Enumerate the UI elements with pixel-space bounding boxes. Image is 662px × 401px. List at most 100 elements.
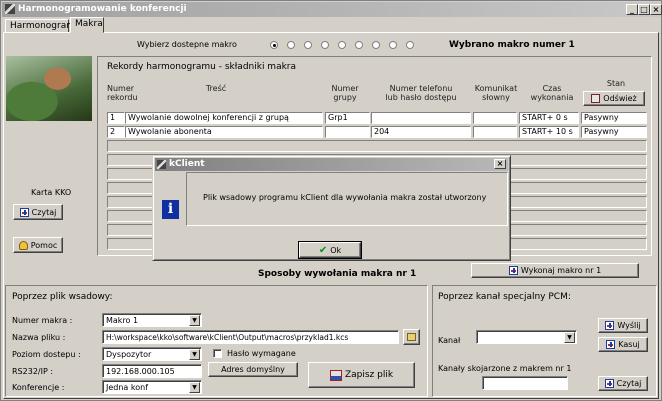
card-read-button[interactable]: Czytaj [13,204,63,220]
access-level-value: Dyspozytor [106,350,152,359]
app-icon [5,4,15,14]
folder-icon [407,333,416,341]
row1-tresc[interactable]: Wywolanie dowolnej konferencji z grupą [125,112,323,124]
tab-makra-label: Makra [75,19,103,29]
execute-macro-button[interactable]: Wykonaj makro nr 1 [471,263,639,278]
chevron-down-icon[interactable]: ▼ [189,382,200,393]
password-required-checkbox[interactable] [213,349,222,358]
save-file-label: Zapisz plik [344,370,394,380]
save-file-button[interactable]: Zapisz plik [308,362,415,388]
tab-harmonogram[interactable]: Harmonogram [5,19,75,33]
read-icon [19,207,29,217]
chevron-down-icon[interactable]: ▼ [189,349,200,360]
close-button[interactable]: × [650,4,662,15]
tab-harmonogram-label: Harmonogram [10,21,76,31]
default-address-label: Adres domyślny [221,365,285,374]
card-label: Karta KKO [31,188,72,197]
col-header-czas: Czas wykonania [530,84,574,102]
title-bar: Harmonogramowanie konferencji _ □ × [2,2,662,17]
execute-macro-label: Wykonaj makro nr 1 [520,266,602,275]
help-icon [18,240,28,250]
info-icon: i [162,200,179,219]
send-button[interactable]: Wyślij [598,318,648,333]
invocation-title: Sposoby wywołania makra nr 1 [258,269,417,279]
chevron-down-icon[interactable]: ▼ [189,315,200,326]
send-icon [605,321,615,330]
macro-radio-6[interactable] [355,41,363,49]
maximize-button[interactable]: □ [638,4,650,15]
macro-radio-7[interactable] [372,41,380,49]
macro-radio-5[interactable] [338,41,346,49]
records-title: Rekordy harmonogramu - składniki makra [107,62,297,72]
pcm-read-label: Czytaj [616,379,642,388]
macro-radio-3[interactable] [304,41,312,49]
col-header-telefon: Numer telefonu lub hasło dostępu [385,84,457,102]
channel-select[interactable]: ▼ [476,330,577,344]
dialog-title: kClient [169,159,205,169]
kclient-dialog: kClient × i Plik wsadowy programu kClien… [152,155,511,261]
minimize-button[interactable]: _ [626,4,638,15]
save-icon [329,369,342,381]
refresh-button[interactable]: Odśwież [583,91,645,106]
row2-czas[interactable]: START+ 10 s [519,126,579,138]
macro-number-label: Numer makra : [12,316,73,325]
row2-tresc[interactable]: Wywolanie abonenta [125,126,323,138]
col-header-grupa: Numer grupy [331,84,359,102]
default-address-button[interactable]: Adres domyślny [208,362,298,377]
tab-makra[interactable]: Makra [70,17,104,33]
row2-grupa[interactable] [325,126,370,138]
linked-channels-label: Kanały skojarzone z makrem nr 1 [438,364,572,373]
row2-komunikat[interactable] [473,126,517,138]
chevron-down-icon[interactable]: ▼ [564,332,575,343]
file-name-input[interactable]: H:\workspace\kko\software\kClient\Output… [102,330,399,344]
delete-button[interactable]: Kasuj [598,337,648,352]
delete-label: Kasuj [618,340,640,349]
ok-button[interactable]: ✔ Ok [298,241,362,259]
macro-number-select[interactable]: Makro 1 ▼ [102,313,202,327]
refresh-label: Odśwież [603,94,637,103]
window-title: Harmonogramowanie konferencji [18,4,187,14]
macro-radio-2[interactable] [287,41,295,49]
conference-value: Jedna konf [106,383,149,392]
ok-label: Ok [330,245,342,255]
col-header-tresc: Treść [205,84,227,93]
selected-macro-text: Wybrano makro numer 1 [449,40,575,50]
macro-number-value: Makro 1 [106,316,139,325]
help-button[interactable]: Pomoc [13,237,63,253]
conference-select[interactable]: Jedna konf ▼ [102,380,202,394]
row2-telefon[interactable]: 204 [371,126,471,138]
col-header-stan: Stan [606,79,626,88]
macro-radio-8[interactable] [389,41,397,49]
dialog-close-button[interactable]: × [494,159,506,169]
checkmark-icon: ✔ [318,244,328,256]
pcm-read-button[interactable]: Czytaj [598,376,648,391]
row1-grupa[interactable]: Grp1 [325,112,370,124]
batch-title: Poprzez plik wsadowy: [12,292,113,302]
rs-ip-input[interactable]: 192.168.000.105 [102,364,202,378]
row2-num: 2 [107,126,125,138]
row1-telefon[interactable] [371,112,471,124]
password-required-label: Hasło wymagane [227,349,296,358]
macro-radio-4[interactable] [321,41,329,49]
dialog-message: Plik wsadowy programu kClient dla wywoła… [203,193,487,202]
col-header-numer: Numer rekordu [107,84,138,102]
linked-channels-input[interactable] [482,376,568,390]
row1-stan[interactable]: Pasywny [581,112,647,124]
browse-file-button[interactable] [403,329,420,345]
row1-num: 1 [107,112,125,124]
empty-row [107,140,647,152]
send-label: Wyślij [617,321,641,330]
macro-radio-1[interactable] [270,41,278,49]
row2-stan[interactable]: Pasywny [581,126,647,138]
card-read-label: Czytaj [31,207,57,217]
refresh-icon [591,94,601,103]
dialog-app-icon [157,160,166,169]
macro-select-label: Wybierz dostepne makro [137,40,237,49]
read-icon [604,379,614,388]
access-level-label: Poziom dostepu : [12,350,81,359]
row1-czas[interactable]: START+ 0 s [519,112,579,124]
access-level-select[interactable]: Dyspozytor ▼ [102,347,202,361]
conference-label: Konferencje : [12,383,65,392]
row1-komunikat[interactable] [473,112,517,124]
macro-radio-9[interactable] [406,41,414,49]
